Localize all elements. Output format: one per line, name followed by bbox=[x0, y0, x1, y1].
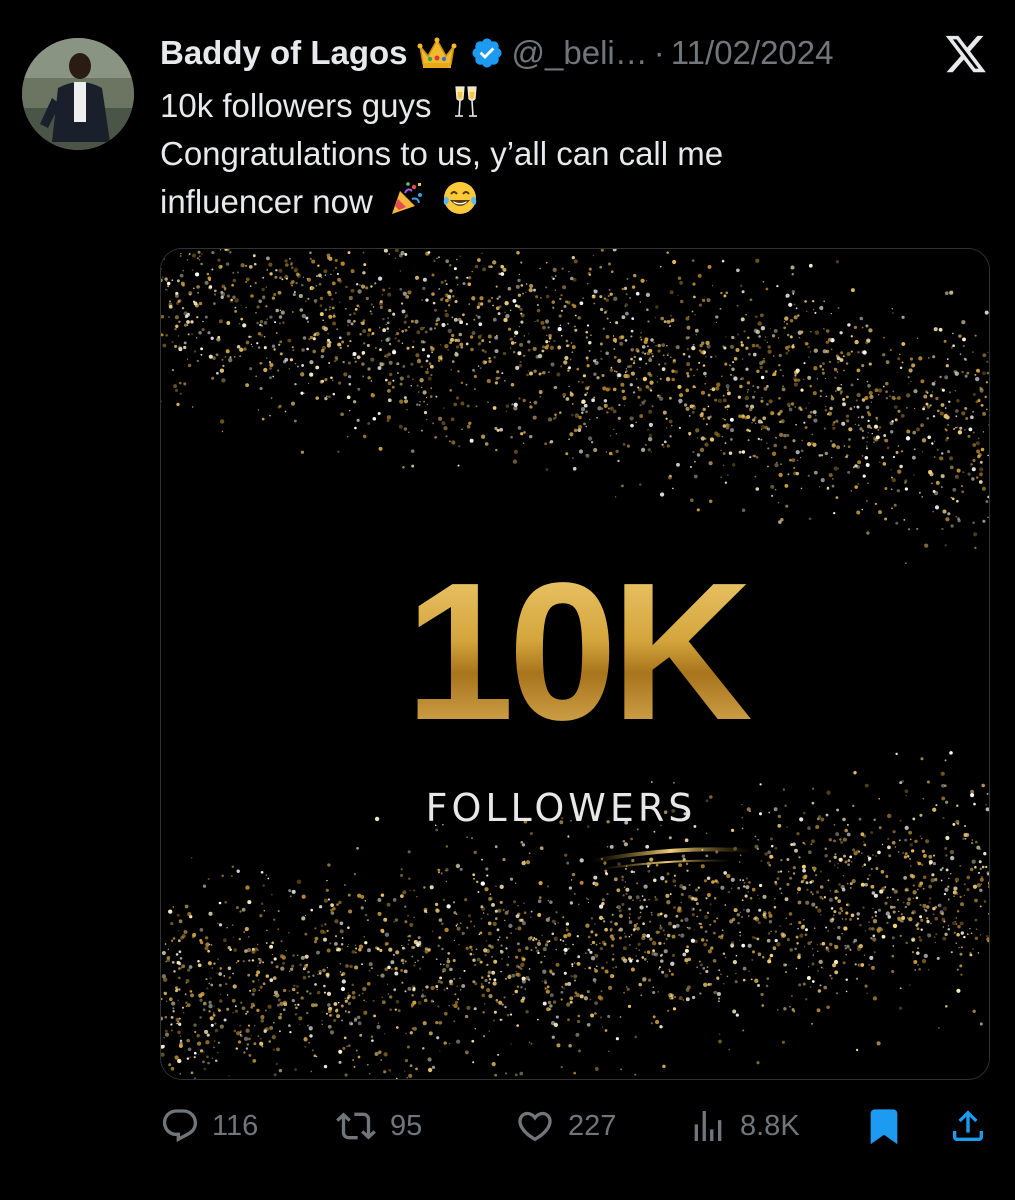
media-image[interactable]: 10K FOLLOWERS bbox=[160, 248, 990, 1080]
avatar[interactable] bbox=[22, 38, 134, 150]
reply-button[interactable]: 116 bbox=[160, 1100, 258, 1152]
media-subheadline: FOLLOWERS bbox=[426, 786, 697, 830]
tweet-line-1-text: 10k followers guys bbox=[160, 87, 432, 124]
verified-badge-icon[interactable] bbox=[470, 36, 504, 70]
tears-of-joy-emoji-icon bbox=[441, 179, 479, 217]
handle[interactable]: @_beli… bbox=[512, 34, 648, 72]
views-icon bbox=[688, 1106, 728, 1146]
clinking-glasses-emoji-icon bbox=[447, 83, 485, 121]
like-button[interactable]: 227 bbox=[514, 1100, 616, 1152]
reply-icon bbox=[160, 1106, 200, 1146]
bookmark-button[interactable] bbox=[864, 1100, 904, 1152]
share-button[interactable] bbox=[948, 1100, 988, 1152]
party-popper-emoji-icon bbox=[388, 179, 426, 217]
repost-button[interactable]: 95 bbox=[334, 1100, 422, 1152]
tweet-line-2: Congratulations to us, y’all can call me bbox=[160, 135, 724, 172]
tweet-date[interactable]: 11/02/2024 bbox=[671, 34, 834, 72]
reply-count: 116 bbox=[212, 1109, 259, 1142]
tweet-line-3: influencer now bbox=[160, 178, 960, 226]
crown-emoji-icon bbox=[416, 36, 458, 70]
views-count: 8.8K bbox=[740, 1109, 800, 1142]
display-name[interactable]: Baddy of Lagos bbox=[160, 34, 408, 72]
tweet-header: Baddy of Lagos @_beli… · 11/02/2024 bbox=[160, 30, 833, 76]
action-bar: 116 95 227 8.8K bbox=[0, 1100, 1015, 1152]
x-logo-icon[interactable] bbox=[944, 35, 988, 75]
views-button[interactable]: 8.8K bbox=[688, 1100, 800, 1152]
separator-dot: · bbox=[653, 34, 665, 71]
heart-icon bbox=[514, 1106, 556, 1146]
media-headline: 10K bbox=[405, 542, 751, 761]
repost-count: 95 bbox=[390, 1109, 423, 1142]
share-icon bbox=[948, 1106, 988, 1146]
tweet-line-3-text: influencer now bbox=[160, 183, 373, 220]
bookmark-icon bbox=[864, 1105, 904, 1147]
repost-icon bbox=[334, 1106, 378, 1146]
like-count: 227 bbox=[568, 1109, 617, 1142]
tweet-text: 10k followers guys Congratulations to us… bbox=[160, 82, 960, 226]
tweet-line-1: 10k followers guys bbox=[160, 82, 960, 130]
